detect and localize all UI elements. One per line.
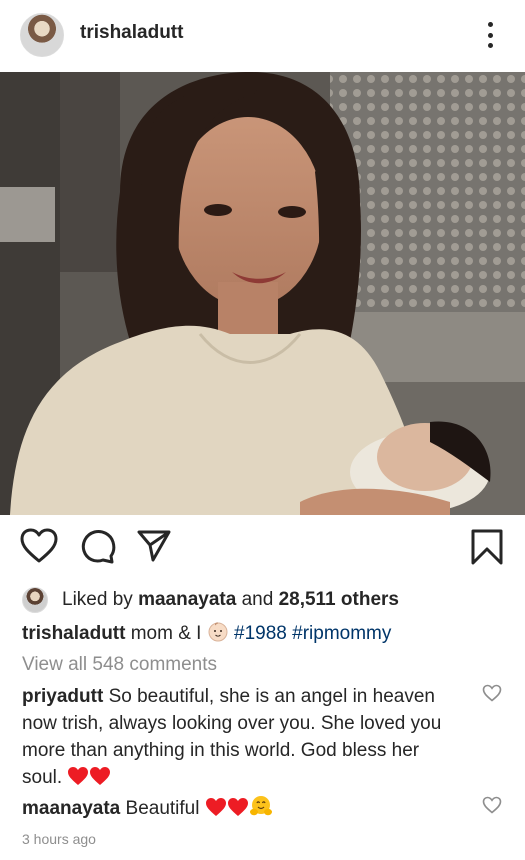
comment-icon[interactable] (80, 528, 116, 564)
baby-emoji (208, 622, 228, 642)
comment-text-line-3: more than anything in this world. God bl… (22, 740, 420, 761)
share-icon[interactable] (136, 528, 172, 564)
likes-others[interactable]: 28,511 others (279, 589, 399, 611)
hugging-face-icon (249, 796, 272, 816)
comment-text-line-1: So beautiful, she is an angel in heaven (108, 686, 435, 707)
comment-username[interactable]: maanayata (22, 798, 120, 819)
red-heart-icon (90, 767, 111, 785)
likes-user[interactable]: maanayata (138, 589, 236, 611)
bookmark-icon[interactable] (470, 528, 504, 566)
liker-avatar (22, 587, 48, 613)
comment-username[interactable]: priyadutt (22, 686, 103, 707)
comment-text-line-4: soul. (22, 767, 63, 788)
red-heart-icon (68, 767, 89, 785)
comment-maanayata: maanayata Beautiful (22, 795, 462, 822)
red-heart-icon (227, 798, 248, 816)
red-heart-icon (205, 798, 226, 816)
comment-like-icon[interactable] (482, 796, 502, 814)
hashtag-ripmommy[interactable]: #ripmommy (292, 623, 391, 644)
post-timestamp: 3 hours ago (22, 831, 96, 847)
likes-conjunction: and (241, 589, 274, 610)
caption-username[interactable]: trishaladutt (22, 623, 125, 644)
comment-like-icon[interactable] (482, 684, 502, 702)
comment-text-line-2: now trish, always looking over you. She … (22, 713, 442, 734)
post-photo[interactable] (0, 72, 525, 515)
post-caption: trishaladutt mom & I #1988 #ripmommy (22, 620, 391, 647)
post-header: trishaladutt (0, 0, 525, 72)
photo-illustration (0, 72, 525, 515)
more-vertical-icon[interactable] (478, 20, 502, 50)
hashtag-1988[interactable]: #1988 (234, 623, 287, 644)
heart-icon[interactable] (20, 528, 58, 564)
view-all-comments-link[interactable]: View all 548 comments (22, 654, 217, 676)
profile-avatar[interactable] (20, 13, 64, 57)
caption-text: mom & I (130, 623, 202, 644)
comment-priyadutt: priyadutt So beautiful, she is an angel … (22, 683, 462, 791)
action-bar (0, 528, 525, 568)
comment-text: Beautiful (125, 798, 200, 819)
post-username[interactable]: trishaladutt (80, 22, 183, 44)
likes-row[interactable]: Liked by maanayata and 28,511 others (22, 585, 399, 615)
likes-prefix: Liked by (62, 589, 133, 610)
